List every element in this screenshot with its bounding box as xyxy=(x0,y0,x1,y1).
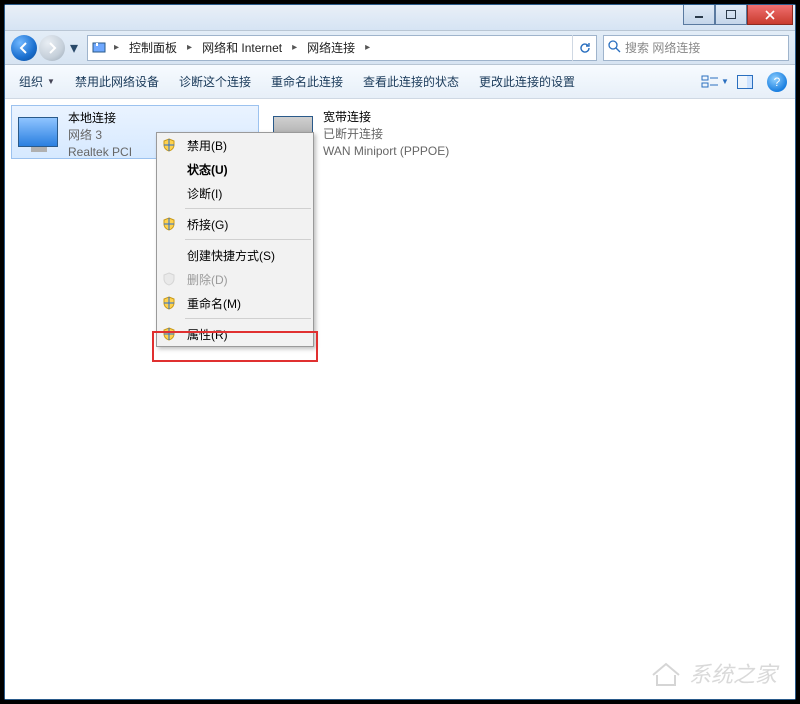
search-placeholder: 搜索 网络连接 xyxy=(625,39,700,56)
breadcrumb-network-connections[interactable]: 网络连接 xyxy=(301,36,361,60)
connection-title: 宽带连接 xyxy=(323,109,449,126)
minimize-button[interactable] xyxy=(683,5,715,25)
close-button[interactable] xyxy=(747,5,793,25)
ctx-create-shortcut[interactable]: 创建快捷方式(S) xyxy=(157,243,313,267)
nav-buttons: ▾ xyxy=(11,35,81,61)
shield-icon xyxy=(162,327,176,341)
organize-button[interactable]: 组织▼ xyxy=(9,69,65,94)
chevron-right-icon: ▸ xyxy=(288,42,301,53)
shield-icon xyxy=(162,296,176,310)
shield-icon xyxy=(162,138,176,152)
diagnose-button[interactable]: 诊断这个连接 xyxy=(169,69,261,94)
breadcrumb-control-panel[interactable]: 控制面板 xyxy=(123,36,183,60)
connection-status: 已断开连接 xyxy=(323,126,449,143)
titlebar xyxy=(5,5,795,31)
chevron-down-icon: ▼ xyxy=(47,77,55,86)
refresh-button[interactable] xyxy=(572,35,596,61)
change-settings-button[interactable]: 更改此连接的设置 xyxy=(469,69,585,94)
rename-connection-button[interactable]: 重命名此连接 xyxy=(261,69,353,94)
window-buttons xyxy=(683,5,793,25)
help-button[interactable]: ? xyxy=(767,72,787,92)
ctx-status[interactable]: 状态(U) xyxy=(157,157,313,181)
ctx-delete: 删除(D) xyxy=(157,267,313,291)
breadcrumb[interactable]: ▸ 控制面板 ▸ 网络和 Internet ▸ 网络连接 ▸ xyxy=(87,35,597,61)
explorer-window: ▾ ▸ 控制面板 ▸ 网络和 Internet ▸ 网络连接 ▸ 搜索 网络连接 xyxy=(4,4,796,700)
separator xyxy=(185,239,311,240)
ctx-diagnose[interactable]: 诊断(I) xyxy=(157,181,313,205)
watermark: 系统之家 xyxy=(649,657,777,689)
ctx-properties[interactable]: 属性(R) xyxy=(157,322,313,346)
connection-device: Realtek PCI xyxy=(68,144,132,161)
toolbar-right: ▼ ? xyxy=(701,70,791,94)
preview-pane-button[interactable] xyxy=(731,70,759,94)
ctx-bridge[interactable]: 桥接(G) xyxy=(157,212,313,236)
ctx-disable[interactable]: 禁用(B) xyxy=(157,133,313,157)
separator xyxy=(185,208,311,209)
nav-history-dropdown[interactable]: ▾ xyxy=(67,38,81,58)
location-icon xyxy=(88,40,110,56)
content-pane: 本地连接 网络 3 Realtek PCI 宽带连接 已断开连接 WAN Min… xyxy=(5,99,795,699)
connection-title: 本地连接 xyxy=(68,110,132,127)
context-menu: 禁用(B) 状态(U) 诊断(I) 桥接(G) 创建快捷方式(S) 删除(D) … xyxy=(156,132,314,347)
connection-device: WAN Miniport (PPPOE) xyxy=(323,143,449,160)
connection-network: 网络 3 xyxy=(68,127,132,144)
search-input[interactable]: 搜索 网络连接 xyxy=(603,35,789,61)
chevron-right-icon: ▸ xyxy=(361,42,374,53)
forward-button[interactable] xyxy=(39,35,65,61)
view-status-button[interactable]: 查看此连接的状态 xyxy=(353,69,469,94)
breadcrumb-network-internet[interactable]: 网络和 Internet xyxy=(196,36,288,60)
address-bar: ▾ ▸ 控制面板 ▸ 网络和 Internet ▸ 网络连接 ▸ 搜索 网络连接 xyxy=(5,31,795,65)
command-toolbar: 组织▼ 禁用此网络设备 诊断这个连接 重命名此连接 查看此连接的状态 更改此连接… xyxy=(5,65,795,99)
shield-icon xyxy=(162,272,176,286)
shield-icon xyxy=(162,217,176,231)
ctx-rename[interactable]: 重命名(M) xyxy=(157,291,313,315)
back-button[interactable] xyxy=(11,35,37,61)
chevron-down-icon: ▼ xyxy=(721,77,729,86)
search-icon xyxy=(608,40,621,56)
network-adapter-icon xyxy=(16,110,60,154)
separator xyxy=(185,318,311,319)
maximize-button[interactable] xyxy=(715,5,747,25)
view-options-button[interactable]: ▼ xyxy=(701,70,729,94)
chevron-right-icon: ▸ xyxy=(183,42,196,53)
disable-device-button[interactable]: 禁用此网络设备 xyxy=(65,69,169,94)
chevron-right-icon: ▸ xyxy=(110,42,123,53)
